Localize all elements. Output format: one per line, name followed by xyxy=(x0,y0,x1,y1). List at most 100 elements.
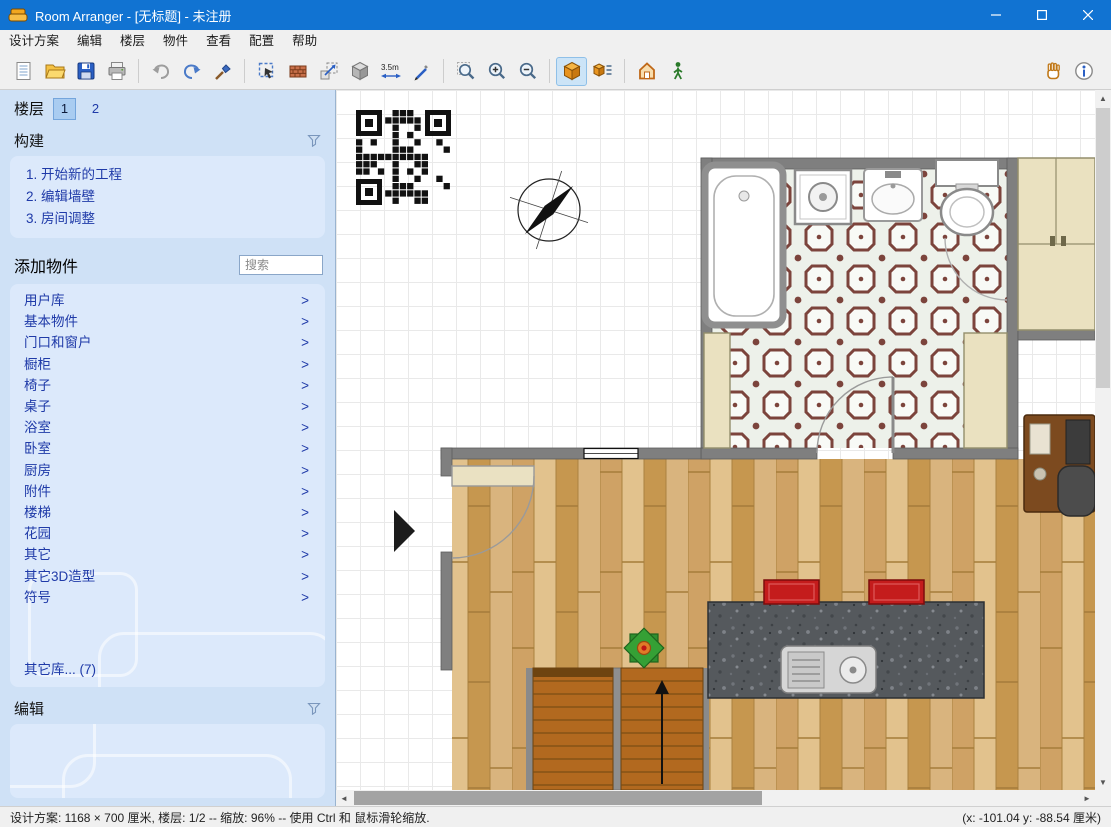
build-step-new-project[interactable]: 1. 开始新的工程 xyxy=(20,164,315,186)
menu-item-design[interactable]: 设计方案 xyxy=(0,30,68,53)
category-tables[interactable]: 桌子> xyxy=(10,396,325,417)
print-button[interactable] xyxy=(101,57,132,86)
category-stairs[interactable]: 楼梯> xyxy=(10,502,325,523)
info-button[interactable] xyxy=(1068,57,1099,86)
floor-tab-1[interactable]: 1 xyxy=(54,99,75,119)
walking-person-icon xyxy=(667,60,689,82)
wardrobe[interactable] xyxy=(1018,158,1095,330)
open-button[interactable] xyxy=(39,57,70,86)
build-header-label: 构建 xyxy=(14,130,44,151)
menu-bar: 设计方案 编辑 楼层 物件 查看 配置 帮助 xyxy=(0,30,1111,53)
app-logo-icon[interactable] xyxy=(8,8,28,23)
menu-item-floor[interactable]: 楼层 xyxy=(111,30,154,53)
staircase[interactable] xyxy=(526,668,709,790)
zoom-selection-button[interactable] xyxy=(450,57,481,86)
category-label: 椅子 xyxy=(24,375,51,396)
sink[interactable] xyxy=(864,169,922,221)
build-step-edit-walls[interactable]: 2. 编辑墙壁 xyxy=(20,186,315,208)
category-user-library[interactable]: 用户库> xyxy=(10,290,325,311)
menu-item-options[interactable]: 配置 xyxy=(240,30,283,53)
maximize-button[interactable] xyxy=(1019,0,1065,30)
chevron-right-icon: > xyxy=(301,481,309,502)
zoom-in-button[interactable] xyxy=(481,57,512,86)
save-button[interactable] xyxy=(70,57,101,86)
category-bathroom[interactable]: 浴室> xyxy=(10,417,325,438)
menu-item-edit[interactable]: 编辑 xyxy=(68,30,111,53)
view-3d-button[interactable] xyxy=(556,57,587,86)
scroll-left-arrow[interactable]: ◄ xyxy=(336,790,352,806)
category-doors-windows[interactable]: 门口和窗户> xyxy=(10,332,325,353)
floorplan-svg[interactable] xyxy=(336,90,1095,790)
filter-icon[interactable] xyxy=(307,134,321,147)
categories-panel: 用户库> 基本物件> 门口和窗户> 橱柜> 椅子> 桌子> 浴室> 卧室> 厨房… xyxy=(10,284,325,687)
undo-button[interactable] xyxy=(145,57,176,86)
plant[interactable] xyxy=(624,628,664,668)
bathroom-cabinet[interactable] xyxy=(704,333,730,448)
search-input[interactable] xyxy=(239,255,323,275)
category-basic-objects[interactable]: 基本物件> xyxy=(10,311,325,332)
menu-item-help[interactable]: 帮助 xyxy=(283,30,326,53)
category-kitchen[interactable]: 厨房> xyxy=(10,460,325,481)
category-accessories[interactable]: 附件 > xyxy=(10,481,325,502)
compass-icon[interactable] xyxy=(497,158,600,261)
scroll-up-arrow[interactable]: ▲ xyxy=(1095,90,1111,106)
bar-stool[interactable] xyxy=(869,580,924,604)
save-floppy-icon xyxy=(75,60,97,82)
office-chair[interactable] xyxy=(1058,466,1095,516)
zoom-in-icon xyxy=(486,60,508,82)
toilet[interactable] xyxy=(936,160,998,235)
category-garden[interactable]: 花园> xyxy=(10,523,325,544)
category-bedroom[interactable]: 卧室> xyxy=(10,438,325,459)
pan-tool-button[interactable] xyxy=(1037,57,1068,86)
wall-tool-button[interactable] xyxy=(282,57,313,86)
category-misc[interactable]: 其它> xyxy=(10,544,325,565)
toolbar: 3.5m xyxy=(0,53,1111,90)
toolbar-separator xyxy=(443,59,444,83)
qr-code-object[interactable] xyxy=(356,110,450,204)
washing-machine[interactable] xyxy=(795,170,851,224)
bathtub[interactable] xyxy=(705,165,783,325)
walkthrough-button[interactable] xyxy=(662,57,693,86)
measure-tool-button[interactable]: 3.5m xyxy=(375,57,406,86)
horizontal-scroll-thumb[interactable] xyxy=(354,791,762,805)
select-tool-button[interactable] xyxy=(251,57,282,86)
kitchen-island[interactable] xyxy=(708,602,984,698)
floor-tab-2[interactable]: 2 xyxy=(85,99,106,119)
menu-item-view[interactable]: 查看 xyxy=(197,30,240,53)
bathroom-cabinet[interactable] xyxy=(964,333,1007,448)
menu-item-object[interactable]: 物件 xyxy=(154,30,197,53)
format-brush-button[interactable] xyxy=(207,57,238,86)
close-button[interactable] xyxy=(1065,0,1111,30)
new-button[interactable] xyxy=(8,57,39,86)
resize-tool-button[interactable] xyxy=(313,57,344,86)
category-chairs[interactable]: 椅子> xyxy=(10,375,325,396)
window-object[interactable] xyxy=(584,449,638,459)
zoom-out-button[interactable] xyxy=(512,57,543,86)
bar-stool[interactable] xyxy=(764,580,819,604)
zoom-out-icon xyxy=(517,60,539,82)
horizontal-scrollbar[interactable]: ◄ ► xyxy=(336,790,1095,806)
redo-button[interactable] xyxy=(176,57,207,86)
build-step-adjust-rooms[interactable]: 3. 房间调整 xyxy=(20,208,315,230)
scroll-right-arrow[interactable]: ► xyxy=(1079,790,1095,806)
filter-icon[interactable] xyxy=(307,702,321,715)
show-walls-button[interactable] xyxy=(631,57,662,86)
draw-tool-button[interactable] xyxy=(406,57,437,86)
vertical-scrollbar[interactable]: ▲ ▼ xyxy=(1095,90,1111,790)
vertical-scroll-thumb[interactable] xyxy=(1096,108,1110,388)
minimize-button[interactable] xyxy=(973,0,1019,30)
floorplan-canvas[interactable] xyxy=(336,90,1095,790)
build-section-header: 构建 xyxy=(0,125,335,154)
category-symbols[interactable]: 符号> xyxy=(10,587,325,608)
category-misc-3d[interactable]: 其它3D造型> xyxy=(10,566,325,587)
category-label: 附件 xyxy=(24,481,51,502)
chevron-right-icon: > xyxy=(301,290,309,311)
view-3d-side-button[interactable] xyxy=(587,57,618,86)
category-cabinets[interactable]: 橱柜> xyxy=(10,354,325,375)
scroll-down-arrow[interactable]: ▼ xyxy=(1095,774,1111,790)
more-libraries-link[interactable]: 其它库... (7) xyxy=(10,658,325,681)
object-3d-button[interactable] xyxy=(344,57,375,86)
scrollbar-corner xyxy=(1095,790,1111,806)
sidebar: 楼层 1 2 构建 1. 开始新的工程 2. 编辑墙壁 3. 房间调整 添加物件 xyxy=(0,90,336,806)
measure-label: 3.5m xyxy=(381,63,399,72)
